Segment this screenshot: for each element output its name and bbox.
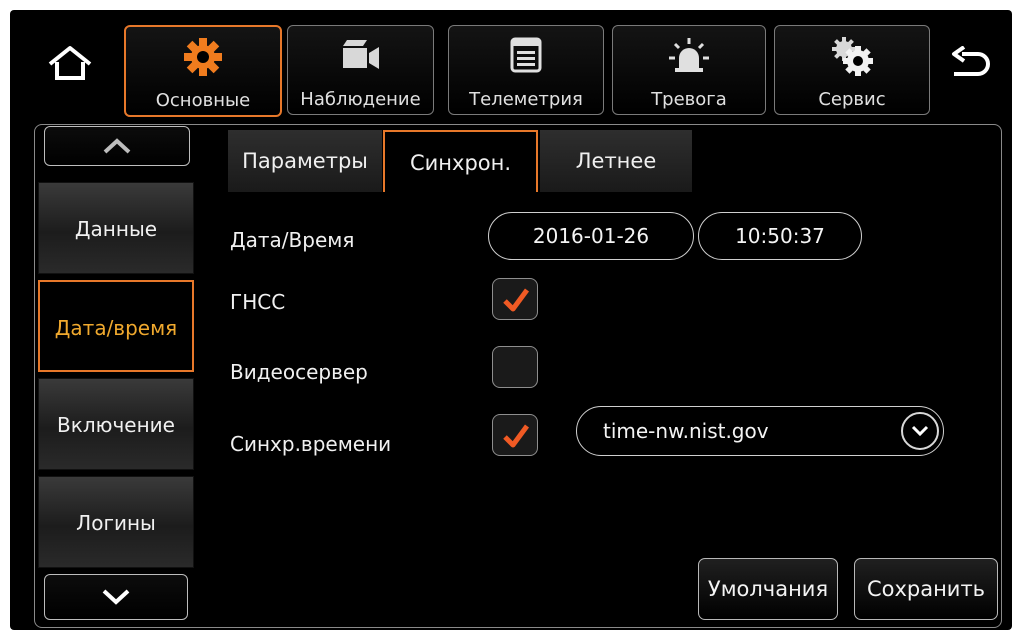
sidebar-scroll-up-button[interactable] bbox=[44, 126, 190, 166]
checkmark-icon bbox=[503, 288, 530, 312]
gnss-checkbox[interactable] bbox=[492, 278, 538, 320]
back-button[interactable] bbox=[944, 40, 1000, 92]
home-icon bbox=[48, 46, 92, 80]
list-window-icon bbox=[510, 37, 542, 73]
tab-sync-label: Синхрон. bbox=[409, 151, 512, 175]
chevron-down-icon bbox=[102, 589, 130, 605]
sidebar-item-label: Включение bbox=[57, 413, 175, 437]
dropdown-toggle[interactable] bbox=[901, 412, 939, 450]
gears-icon bbox=[832, 37, 873, 76]
dvr-settings-screen: Основные Наблюдение Телеметрия Тревога С… bbox=[10, 10, 1012, 630]
tab-dst-label: Летнее bbox=[575, 149, 657, 173]
chevron-up-icon bbox=[103, 138, 131, 154]
timesync-checkbox[interactable] bbox=[492, 414, 538, 456]
chevron-down-icon bbox=[911, 425, 929, 437]
tab-basic-label: Основные bbox=[155, 90, 251, 111]
sidebar-item-logins[interactable]: Логины bbox=[38, 476, 194, 568]
tab-surveillance-label: Наблюдение bbox=[300, 89, 421, 110]
sidebar-item-power[interactable]: Включение bbox=[38, 378, 194, 470]
sidebar-scroll-down-button[interactable] bbox=[44, 574, 188, 620]
checkmark-icon bbox=[503, 424, 530, 448]
videoserver-checkbox[interactable] bbox=[492, 346, 538, 388]
sidebar-item-label: Дата/время bbox=[54, 316, 178, 340]
time-field[interactable]: 10:50:37 bbox=[698, 212, 862, 260]
sidebar-item-datetime[interactable]: Дата/время bbox=[38, 280, 194, 372]
tab-telemetry-label: Телеметрия bbox=[469, 89, 583, 110]
tab-dst[interactable]: Летнее bbox=[540, 130, 692, 192]
datetime-label: Дата/Время bbox=[230, 228, 355, 252]
sidebar-item-data[interactable]: Данные bbox=[38, 182, 194, 274]
tab-parameters[interactable]: Параметры bbox=[228, 130, 382, 192]
tab-parameters-label: Параметры bbox=[242, 149, 368, 173]
tab-telemetry[interactable]: Телеметрия bbox=[448, 25, 604, 115]
sidebar-item-label: Данные bbox=[74, 217, 158, 241]
videoserver-label: Видеосервер bbox=[230, 360, 368, 384]
gear-icon bbox=[184, 38, 222, 76]
ntp-server-value: time-nw.nist.gov bbox=[603, 419, 769, 443]
tab-basic[interactable]: Основные bbox=[124, 25, 282, 117]
back-arrow-icon bbox=[952, 46, 990, 76]
alarm-light-icon bbox=[669, 38, 709, 72]
ntp-server-select[interactable]: time-nw.nist.gov bbox=[576, 406, 944, 456]
video-camera-icon bbox=[342, 40, 379, 69]
gnss-label: ГНСС bbox=[230, 290, 286, 314]
tab-service-label: Сервис bbox=[818, 89, 886, 110]
timesync-label: Синхр.времени bbox=[230, 432, 414, 456]
sidebar-item-label: Логины bbox=[76, 511, 156, 535]
save-button[interactable]: Сохранить bbox=[854, 558, 998, 620]
tab-service[interactable]: Сервис bbox=[774, 25, 930, 115]
tab-alarm[interactable]: Тревога bbox=[612, 25, 766, 115]
tab-surveillance[interactable]: Наблюдение bbox=[287, 25, 434, 115]
tab-sync[interactable]: Синхрон. bbox=[383, 130, 538, 192]
defaults-button[interactable]: Умолчания bbox=[698, 558, 838, 620]
tab-alarm-label: Тревога bbox=[651, 89, 727, 110]
timesync-label-text: Синхр.времени bbox=[230, 432, 392, 456]
home-button[interactable] bbox=[42, 38, 98, 94]
date-field[interactable]: 2016-01-26 bbox=[488, 212, 694, 260]
